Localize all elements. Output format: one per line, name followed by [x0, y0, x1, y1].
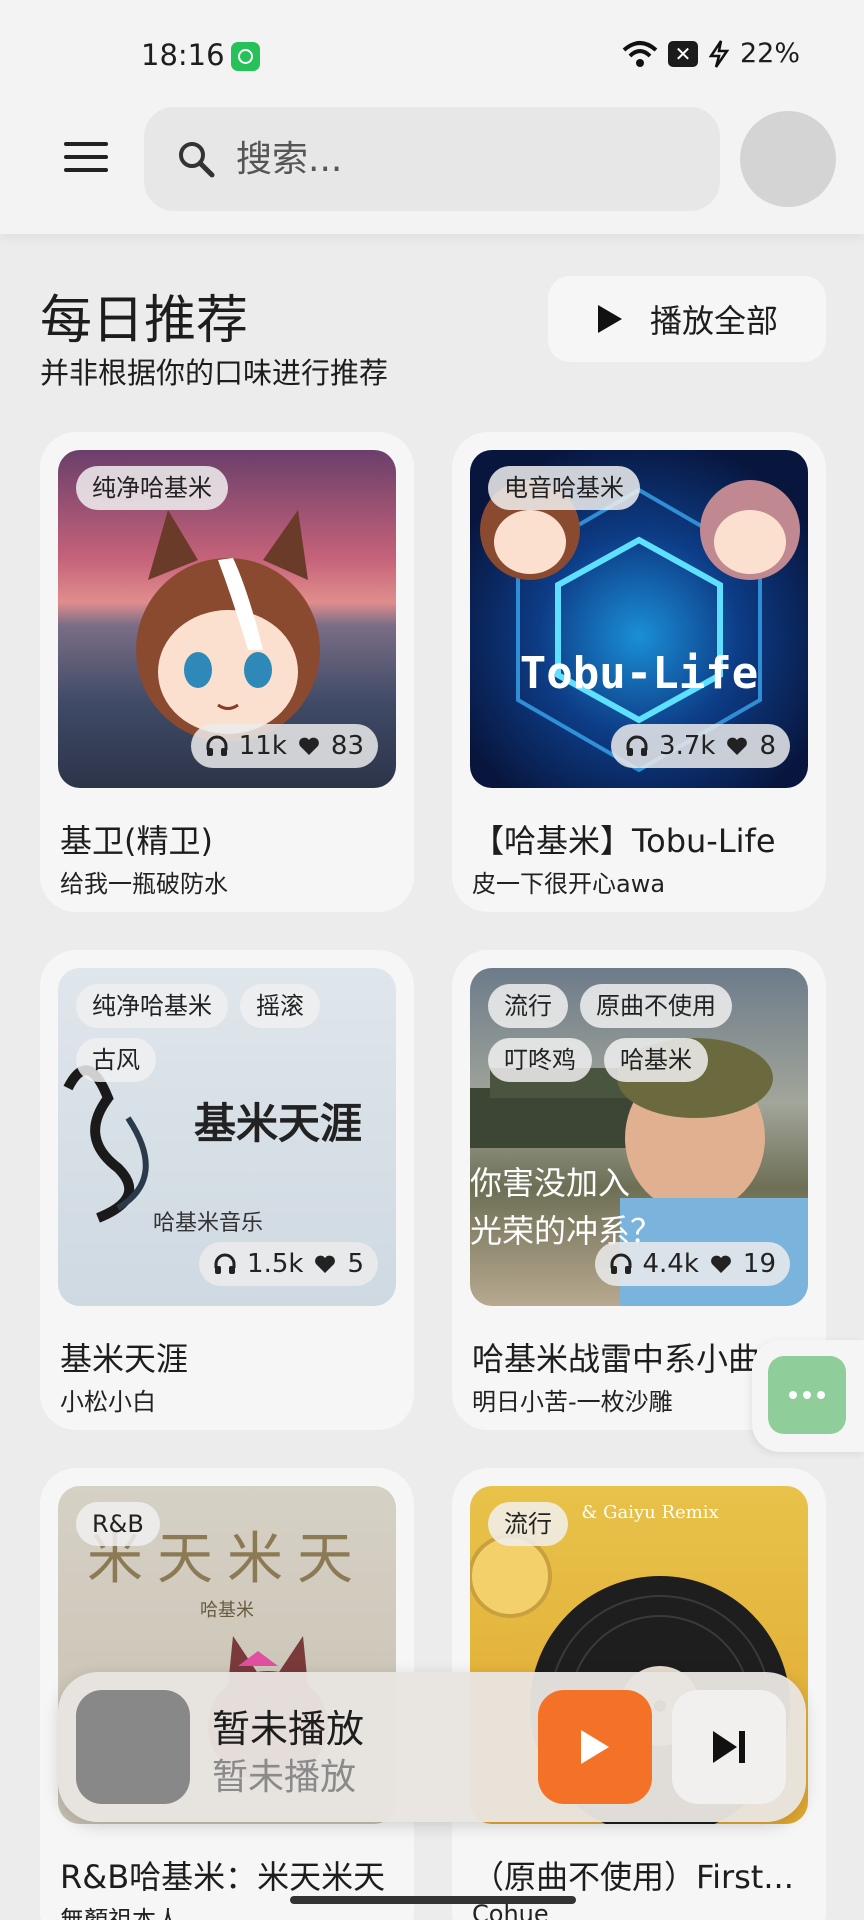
tag: 流行 — [488, 984, 568, 1028]
search-bar[interactable] — [144, 107, 720, 211]
tag: 原曲不使用 — [580, 984, 732, 1028]
charging-icon — [708, 39, 730, 68]
song-author: 小松小白 — [60, 1388, 156, 1416]
player-subtitle: 暂未播放 — [212, 1757, 357, 1798]
headphones-icon — [214, 1253, 236, 1274]
section-title: 每日推荐 — [40, 291, 249, 351]
player-artwork — [76, 1690, 190, 1804]
tag: 古风 — [76, 1038, 156, 1082]
song-author: 给我一瓶破防水 — [60, 870, 228, 898]
tag: 纯净哈基米 — [76, 466, 228, 510]
stats-badge: 4.4k 19 — [594, 1242, 790, 1286]
search-input[interactable] — [236, 131, 696, 187]
headphones-icon — [626, 735, 648, 756]
status-time: 18:16 — [141, 38, 225, 72]
tag: 流行 — [488, 1502, 568, 1546]
tag-list: 流行 原曲不使用 叮咚鸡 哈基米 — [488, 984, 798, 1082]
song-title: R&B哈基米：米天米天 — [60, 1858, 386, 1896]
heart-icon — [710, 1255, 731, 1273]
tag: 纯净哈基米 — [76, 984, 228, 1028]
song-title: 【哈基米】Tobu-Life — [472, 822, 776, 860]
cover-text: Tobu-Life — [520, 648, 758, 699]
tag-list: 流行 — [488, 1502, 798, 1546]
song-author: 明日小苦-一枚沙雕 — [472, 1388, 673, 1416]
tag: R&B — [76, 1502, 160, 1546]
song-card[interactable]: 基米天涯 哈基米音乐 纯净哈基米 摇滚 古风 1.5k 5 基米天涯 小松小白 — [40, 950, 414, 1430]
headphones-icon — [206, 735, 228, 756]
tag-list: 纯净哈基米 — [76, 466, 386, 510]
cover-subtext: 哈基米音乐 — [153, 1211, 263, 1236]
song-author: 無顏祖本人 — [60, 1906, 180, 1920]
cover-subtext: 哈基米 — [200, 1600, 254, 1621]
song-author: 皮一下很开心awa — [472, 870, 666, 898]
menu-icon[interactable] — [64, 142, 108, 176]
play-button[interactable] — [538, 1690, 652, 1804]
more-icon — [768, 1356, 846, 1434]
play-all-button[interactable]: 播放全部 — [548, 276, 826, 362]
cover-text: 你害没加入 — [470, 1164, 630, 1202]
player-title: 暂未播放 — [212, 1707, 365, 1751]
like-count: 5 — [347, 1249, 364, 1279]
like-count: 8 — [759, 731, 776, 761]
cover-text: 基米天涯 — [194, 1099, 362, 1148]
song-title: （原曲不使用）First... — [472, 1858, 794, 1896]
skip-next-icon — [713, 1731, 745, 1763]
song-title: 基米天涯 — [60, 1340, 189, 1378]
wifi-icon — [622, 40, 658, 67]
heart-icon — [315, 1255, 336, 1273]
mini-player[interactable]: 暂未播放 暂未播放 — [58, 1672, 806, 1822]
tag-list: 纯净哈基米 摇滚 古风 — [76, 984, 386, 1082]
battery-level: 22% — [739, 38, 800, 69]
heart-icon — [727, 737, 748, 755]
tag-list: 电音哈基米 — [488, 466, 798, 510]
home-indicator[interactable] — [290, 1896, 576, 1904]
tag: 叮咚鸡 — [488, 1038, 592, 1082]
heart-icon — [298, 737, 319, 755]
tag: 电音哈基米 — [488, 466, 640, 510]
like-count: 19 — [742, 1249, 776, 1279]
play-count: 11k — [238, 731, 287, 761]
cover-image: 你害没加入 光荣的冲系？ 流行 原曲不使用 叮咚鸡 哈基米 4.4k 19 — [470, 968, 808, 1306]
search-icon — [179, 142, 215, 178]
section-subtitle: 并非根据你的口味进行推荐 — [40, 356, 389, 390]
status-icons: ✕ 22% — [622, 38, 800, 69]
song-title: 基卫(精卫) — [60, 822, 213, 860]
app-notification-icon — [231, 42, 260, 71]
stats-badge: 1.5k 5 — [199, 1242, 378, 1286]
sim-off-icon: ✕ — [667, 40, 698, 67]
next-button[interactable] — [672, 1690, 786, 1804]
tag-list: R&B — [76, 1502, 386, 1546]
cover-image: Tobu-Life 电音哈基米 3.7k 8 — [470, 450, 808, 788]
like-count: 83 — [330, 731, 364, 761]
play-all-label: 播放全部 — [650, 302, 779, 340]
stats-badge: 11k 83 — [190, 724, 378, 768]
cover-image: 基米天涯 哈基米音乐 纯净哈基米 摇滚 古风 1.5k 5 — [58, 968, 396, 1306]
tag: 摇滚 — [240, 984, 320, 1028]
top-bar: 18:16 ✕ 22% — [0, 0, 864, 234]
tag: 哈基米 — [604, 1038, 708, 1082]
cover-image: 纯净哈基米 11k 83 — [58, 450, 396, 788]
floating-more-button[interactable] — [752, 1340, 864, 1452]
play-count: 1.5k — [247, 1249, 304, 1279]
song-card[interactable]: 纯净哈基米 11k 83 基卫(精卫) 给我一瓶破防水 — [40, 432, 414, 912]
play-count: 4.4k — [642, 1249, 699, 1279]
headphones-icon — [610, 1253, 631, 1274]
stats-badge: 3.7k 8 — [611, 724, 790, 768]
play-icon — [598, 305, 622, 333]
avatar[interactable] — [740, 111, 836, 207]
play-count: 3.7k — [659, 731, 716, 761]
play-icon — [581, 1730, 609, 1764]
song-card[interactable]: Tobu-Life 电音哈基米 3.7k 8 【哈基米】Tobu-Life 皮一… — [452, 432, 826, 912]
